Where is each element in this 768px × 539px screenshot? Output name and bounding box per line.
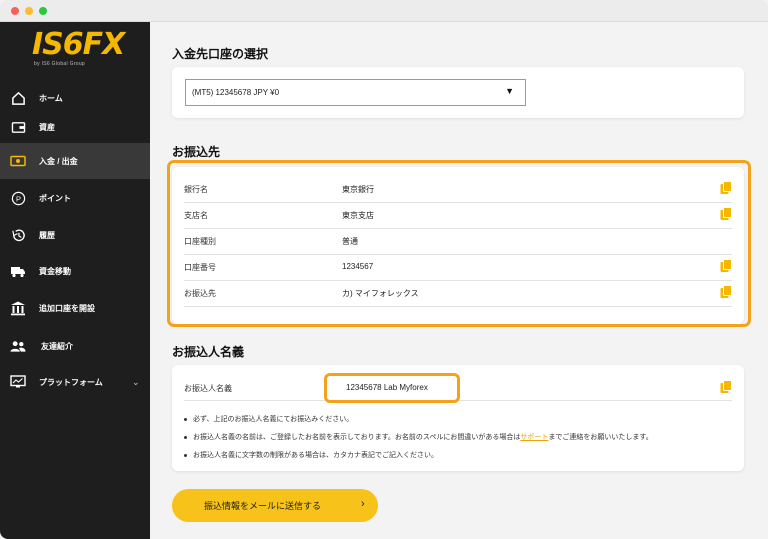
note-item: 必ず、上記のお振込人名義にてお振込みください。 — [184, 414, 353, 424]
svg-text:P: P — [15, 194, 20, 203]
sidebar-item-label: 資金移動 — [39, 266, 71, 276]
dropdown-arrow-icon: ▼ — [505, 86, 514, 96]
sidebar-item-label: 履歴 — [39, 230, 55, 240]
sidebar-item-label: 友達紹介 — [41, 341, 73, 351]
bullet-icon — [184, 453, 187, 457]
sidebar-item-label: 資産 — [39, 122, 55, 132]
note-text: 必ず、上記のお振込人名義にてお振込みください。 — [193, 416, 354, 423]
transfer-row-branch: 支店名 東京支店 — [184, 203, 732, 229]
sidebar-item-label: ポイント — [39, 193, 71, 203]
send-email-button[interactable]: 振込情報をメールに送信する › — [172, 489, 378, 522]
account-number-label: 口座番号 — [184, 263, 216, 272]
bank-name-label: 銀行名 — [184, 185, 208, 194]
branch-name-label: 支店名 — [184, 211, 208, 220]
close-window-button[interactable] — [11, 7, 19, 15]
bullet-icon — [184, 435, 187, 439]
sidebar: IS6FX by IS6 Global Group ホーム 資産 入金 / 出金… — [0, 22, 150, 539]
points-icon: P — [10, 190, 26, 206]
sidebar-item-label: 入金 / 出金 — [39, 156, 78, 166]
note-text: までご連絡をお願いいたします。 — [548, 434, 653, 441]
account-select-card: (MT5) 12345678 JPY ¥0 ▼ — [172, 67, 744, 118]
cash-icon — [10, 153, 26, 169]
sidebar-item-assets[interactable]: 資産 — [0, 109, 150, 145]
main-content: 入金先口座の選択 (MT5) 12345678 JPY ¥0 ▼ お振込先 銀行… — [150, 22, 768, 539]
sidebar-item-history[interactable]: 履歴 — [0, 217, 150, 253]
remitter-title: お振込人名義 — [172, 345, 245, 359]
bank-icon — [10, 300, 26, 316]
maximize-window-button[interactable] — [39, 7, 47, 15]
sidebar-item-points[interactable]: P ポイント — [0, 180, 150, 216]
account-select-dropdown[interactable]: (MT5) 12345678 JPY ¥0 ▼ — [185, 79, 526, 106]
sidebar-item-platform[interactable]: プラットフォーム ⌄ — [0, 364, 150, 400]
account-number-value: 1234567 — [342, 262, 374, 271]
note-item: お振込人名義の名前は、ご登録したお名前を表示しております。お名前のスペルにお間違… — [184, 432, 653, 442]
copy-icon[interactable] — [720, 285, 732, 299]
branch-name-value: 東京支店 — [342, 211, 374, 220]
sidebar-item-deposit-withdraw[interactable]: 入金 / 出金 — [0, 143, 150, 179]
account-select-title: 入金先口座の選択 — [172, 47, 269, 61]
title-bar — [0, 0, 768, 22]
bank-name-value: 東京銀行 — [342, 185, 374, 194]
sidebar-item-label: 追加口座を開設 — [39, 303, 95, 313]
send-email-label: 振込情報をメールに送信する — [204, 501, 322, 511]
copy-icon[interactable] — [720, 181, 732, 195]
users-icon — [10, 338, 26, 354]
remitter-highlight — [324, 373, 460, 403]
app-window: IS6FX by IS6 Global Group ホーム 資産 入金 / 出金… — [0, 0, 768, 539]
history-icon — [10, 227, 26, 243]
note-item: お振込人名義に文字数の制限がある場合は、カタカナ表記でご記入ください。 — [184, 450, 438, 460]
transfer-row-bank: 銀行名 東京銀行 — [184, 177, 732, 203]
transfer-dest-title: お振込先 — [172, 145, 221, 159]
sidebar-item-label: プラットフォーム — [39, 377, 103, 387]
account-type-value: 普通 — [342, 237, 358, 246]
home-icon — [10, 90, 26, 106]
account-type-label: 口座種別 — [184, 237, 216, 246]
copy-icon[interactable] — [720, 380, 732, 394]
transfer-row-account-number: 口座番号 1234567 — [184, 255, 732, 281]
copy-icon[interactable] — [720, 207, 732, 221]
truck-icon — [10, 263, 26, 279]
note-text: お振込人名義に文字数の制限がある場合は、カタカナ表記でご記入ください。 — [193, 452, 438, 459]
monitor-icon — [10, 374, 26, 390]
wallet-icon — [10, 119, 26, 135]
account-select-value: (MT5) 12345678 JPY ¥0 — [192, 88, 280, 97]
transfer-row-account-type: 口座種別 普通 — [184, 229, 732, 255]
arrow-right-icon: › — [361, 498, 365, 510]
logo-text: IS6FX — [32, 27, 125, 62]
sidebar-item-open-account[interactable]: 追加口座を開設 — [0, 290, 150, 326]
sidebar-item-referral[interactable]: 友達紹介 — [0, 328, 150, 364]
sidebar-item-transfer[interactable]: 資金移動 — [0, 253, 150, 289]
chevron-down-icon[interactable]: ⌄ — [132, 377, 140, 388]
minimize-window-button[interactable] — [25, 7, 33, 15]
note-text: お振込人名義の名前は、ご登録したお名前を表示しております。お名前のスペルにお間違… — [193, 434, 521, 441]
transfer-row-payee: お振込先 カ) マイフォレックス — [184, 281, 732, 307]
payee-value: カ) マイフォレックス — [342, 289, 419, 298]
payee-label: お振込先 — [184, 289, 216, 298]
support-link[interactable]: サポート — [520, 434, 548, 441]
remitter-label: お振込人名義 — [184, 384, 232, 393]
bullet-icon — [184, 417, 187, 421]
copy-icon[interactable] — [720, 259, 732, 273]
sidebar-item-label: ホーム — [39, 93, 63, 103]
brand-logo[interactable]: IS6FX by IS6 Global Group — [32, 28, 125, 70]
logo-tagline: by IS6 Global Group — [34, 61, 86, 67]
